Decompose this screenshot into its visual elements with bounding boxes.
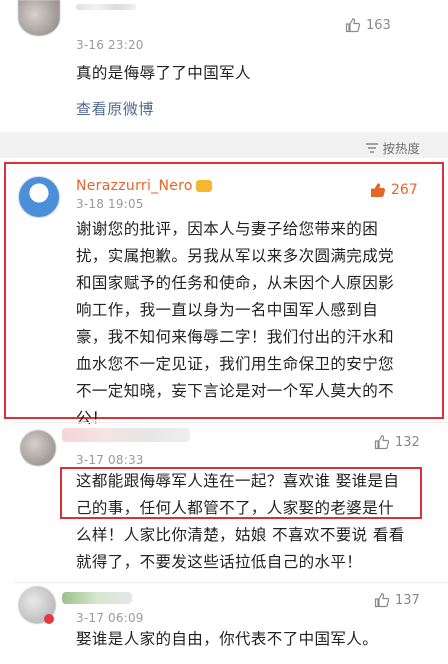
comment-time: 3-17 06:09 bbox=[76, 611, 144, 625]
top-comment: 3-16 23:20 163 真的是侮辱了了中国军人 查看原微博 bbox=[0, 0, 448, 132]
like-button[interactable]: 267 bbox=[370, 182, 418, 198]
sort-icon bbox=[366, 142, 379, 153]
comment-time: 3-16 23:20 bbox=[76, 38, 144, 52]
view-original-link[interactable]: 查看原微博 bbox=[76, 98, 154, 119]
comment-line: 己的事，任何人都管不了，人家娶的老婆是什 bbox=[76, 499, 395, 517]
comment-line: 豪，我不知何来侮辱二字！我们付出的汗水和 bbox=[76, 328, 395, 346]
like-count: 132 bbox=[395, 434, 420, 450]
comment-time: 3-18 19:05 bbox=[76, 197, 144, 211]
username[interactable]: Nerazzurri_Nero bbox=[76, 178, 193, 194]
status-badge bbox=[44, 614, 54, 624]
avatar[interactable] bbox=[20, 430, 56, 466]
comment-text: 谢谢您的批评，因本人与妻子给您带来的困 扰，实属抱歉。另我从军以来多次圆满完成党… bbox=[76, 216, 436, 432]
comment-line: 和国家赋予的任务和使命，从未因个人原因影 bbox=[76, 274, 395, 292]
sort-button[interactable]: 按热度 bbox=[365, 138, 420, 157]
sort-bar: 按热度 bbox=[0, 132, 448, 158]
thumbs-up-icon bbox=[374, 593, 390, 608]
divider bbox=[14, 582, 448, 583]
comment-line: 响工作，我一直以身为一名中国军人感到自 bbox=[76, 301, 379, 319]
thumbs-up-icon bbox=[371, 183, 386, 197]
like-count: 137 bbox=[395, 592, 420, 608]
avatar[interactable] bbox=[18, 176, 60, 218]
comment-text: 真的是侮辱了了中国军人 bbox=[76, 64, 251, 82]
comment-time: 3-17 08:33 bbox=[76, 453, 144, 467]
username-redacted bbox=[62, 428, 190, 442]
username-redacted bbox=[62, 592, 132, 604]
comment-line: 这都能跟侮辱军人连在一起？喜欢谁 娶谁是自 bbox=[76, 472, 400, 490]
divider bbox=[14, 422, 448, 423]
avatar[interactable] bbox=[18, 0, 60, 36]
comment-text: 这都能跟侮辱军人连在一起？喜欢谁 娶谁是自 己的事，任何人都管不了，人家娶的老婆… bbox=[76, 468, 436, 576]
vip-badge-icon bbox=[196, 180, 212, 192]
comment-line: 扰，实属抱歉。另我从军以来多次圆满完成党 bbox=[76, 247, 395, 265]
comment-line: 血水您不一定见证，我们用生命保卫的安宁您 bbox=[76, 355, 395, 373]
comment-line: 就得了，不要发这些话拉低自己的水平！ bbox=[76, 553, 363, 571]
thumbs-up-icon bbox=[374, 435, 390, 450]
like-button[interactable]: 137 bbox=[374, 592, 420, 608]
thumbs-up-icon bbox=[345, 18, 361, 33]
like-button[interactable]: 163 bbox=[345, 17, 391, 33]
like-count: 163 bbox=[366, 17, 391, 33]
username-redacted bbox=[76, 4, 136, 10]
comment-text: 娶谁是人家的自由，你代表不了中国军人。 bbox=[76, 630, 379, 648]
comment-line: 谢谢您的批评，因本人与妻子给您带来的困 bbox=[76, 220, 379, 238]
like-button[interactable]: 132 bbox=[374, 434, 420, 450]
sort-label: 按热度 bbox=[382, 141, 420, 156]
comment-line: 不一定知晓，妄下言论是对一个军人莫大的不 bbox=[76, 382, 395, 400]
comment-line: 么样！人家比你清楚，姑娘 不喜欢不要说 看看 bbox=[76, 526, 405, 544]
like-count: 267 bbox=[391, 182, 418, 198]
